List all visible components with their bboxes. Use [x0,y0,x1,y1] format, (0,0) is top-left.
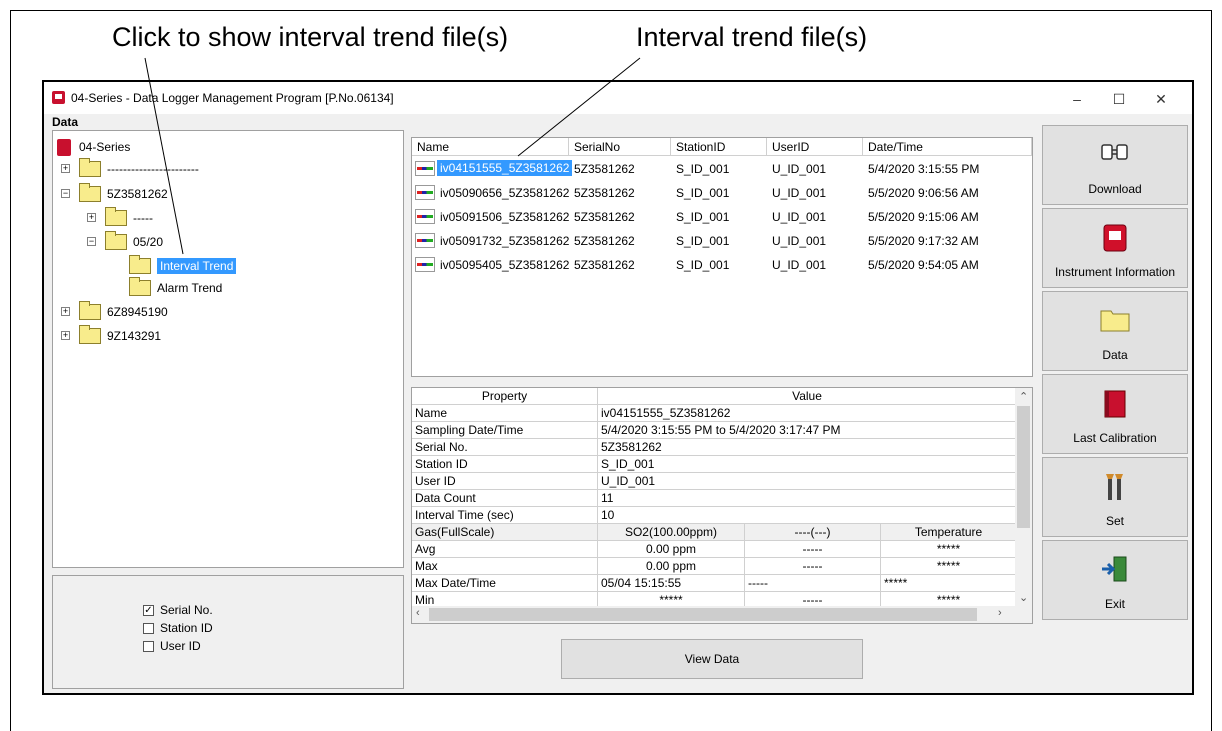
tree-node-dashes[interactable]: ----------------------- [79,158,199,178]
set-button[interactable]: Set [1042,457,1188,537]
scroll-down-icon[interactable]: ⌄ [1019,591,1028,604]
column-header-serialno[interactable]: SerialNo [569,138,671,156]
last-calibration-button[interactable]: Last Calibration [1042,374,1188,454]
instrument-icon [1103,224,1127,252]
scroll-up-icon[interactable]: ⌃ [1019,390,1028,403]
annotation-left: Click to show interval trend file(s) [112,22,509,52]
vertical-scrollbar[interactable]: ⌃ ⌄ [1015,388,1032,608]
tree-node-5z3581262[interactable]: 5Z3581262 [79,183,168,203]
column-header-userid[interactable]: UserID [767,138,863,156]
table-row[interactable]: iv05091506_5Z3581262 5Z3581262 S_ID_001 … [412,207,1032,227]
folder-icon [129,277,151,296]
tree-node-05-20[interactable]: 05/20 [105,231,163,251]
logger-icon [57,138,71,156]
vertical-scroll-thumb[interactable] [1017,406,1030,528]
app-icon [52,91,65,104]
tree-node-subfolder[interactable]: ----- [105,207,153,227]
expand-icon[interactable]: + [61,331,70,340]
tools-icon [1106,474,1123,500]
trend-file-icon [415,233,435,248]
horizontal-scroll-thumb[interactable] [429,608,977,621]
instrument-information-button[interactable]: Instrument Information [1042,208,1188,288]
folder-tree[interactable]: 04-Series + ----------------------- − 5Z… [52,130,404,568]
expand-icon[interactable]: + [61,307,70,316]
folder-icon [1100,310,1130,332]
folder-icon [79,301,101,320]
checkbox-unchecked[interactable] [143,622,154,634]
window-title: 04-Series - Data Logger Management Progr… [71,91,394,105]
exit-door-icon [1102,556,1127,582]
calibration-book-icon [1104,390,1126,418]
checkbox-unchecked[interactable] [143,640,154,652]
trend-file-icon [415,209,435,224]
tree-node-alarm-trend[interactable]: Alarm Trend [129,277,222,297]
folder-icon [129,255,151,274]
folder-icon [105,231,127,250]
annotation-right: Interval trend file(s) [636,22,868,52]
data-group-label: Data [52,115,79,129]
trend-file-icon [415,161,435,176]
view-data-button[interactable]: View Data [561,639,863,679]
column-header-stationid[interactable]: StationID [671,138,767,156]
tree-node-interval-trend[interactable]: Interval Trend [129,255,237,275]
download-button[interactable]: Download [1042,125,1188,205]
exit-button[interactable]: Exit [1042,540,1188,620]
maximize-button[interactable]: ☐ [1102,88,1136,110]
folder-icon [105,207,127,226]
download-icon [1101,144,1128,160]
column-header-name[interactable]: Name [412,138,569,156]
expand-icon[interactable]: + [87,213,96,222]
user-id-checkbox[interactable]: User ID [143,639,201,653]
folder-icon [79,183,101,202]
table-row[interactable]: iv05091732_5Z3581262 5Z3581262 S_ID_001 … [412,231,1032,251]
table-row[interactable]: iv05095405_5Z3581262 5Z3581262 S_ID_001 … [412,255,1032,275]
tree-node-9z143291[interactable]: 9Z143291 [79,325,161,345]
app-window: 04-Series - Data Logger Management Progr… [42,80,1194,695]
property-table[interactable]: Property Value Name iv04151555_5Z3581262… [411,387,1033,624]
scroll-right-icon[interactable]: › [998,607,1002,619]
tree-root[interactable]: 04-Series [57,138,130,156]
checkbox-checked[interactable]: ✓ [143,604,154,616]
property-header: Property [412,388,598,405]
tree-node-6z8945190[interactable]: 6Z8945190 [79,301,168,321]
table-row[interactable]: iv05090656_5Z3581262 5Z3581262 S_ID_001 … [412,183,1032,203]
folder-icon [79,325,101,344]
folder-icon [79,158,101,177]
title-bar: 04-Series - Data Logger Management Progr… [44,82,1192,114]
data-button[interactable]: Data [1042,291,1188,371]
close-button[interactable]: ✕ [1144,88,1178,110]
trend-file-icon [415,257,435,272]
file-list[interactable]: Name SerialNo StationID UserID Date/Time… [411,137,1033,377]
table-row[interactable]: iv04151555_5Z3581262 5Z3581262 S_ID_001 … [412,159,1032,179]
collapse-icon[interactable]: − [61,189,70,198]
station-id-checkbox[interactable]: Station ID [143,621,213,635]
value-header: Value [598,388,1017,405]
collapse-icon[interactable]: − [87,237,96,246]
trend-file-icon [415,185,435,200]
display-options-panel: ✓ Serial No. Station ID User ID [52,575,404,689]
horizontal-scrollbar[interactable]: ‹ › [412,606,1032,623]
minimize-button[interactable]: – [1060,88,1094,110]
column-header-datetime[interactable]: Date/Time [863,138,1032,156]
expand-icon[interactable]: + [61,164,70,173]
serial-no-checkbox[interactable]: ✓ Serial No. [143,603,213,617]
scroll-left-icon[interactable]: ‹ [416,607,420,619]
